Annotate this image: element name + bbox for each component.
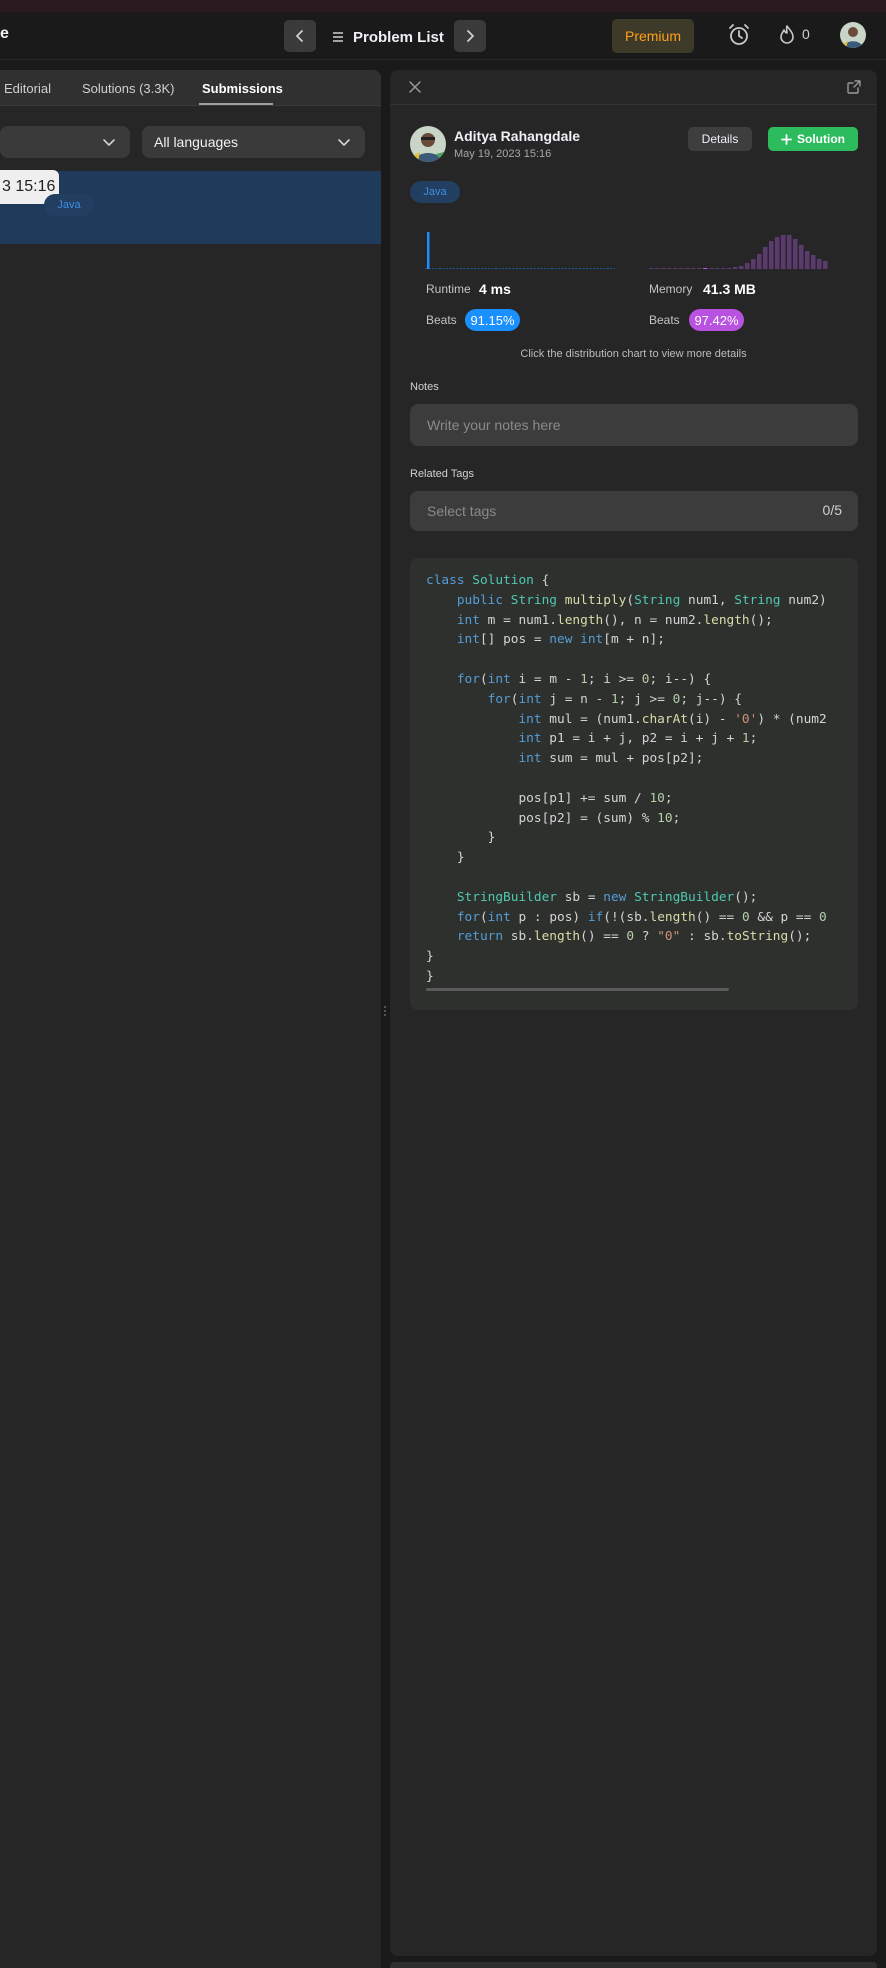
alarm-clock-icon[interactable] bbox=[726, 22, 752, 48]
runtime-label: Runtime bbox=[426, 282, 471, 296]
close-icon[interactable] bbox=[408, 80, 422, 94]
submission-language-badge: Java bbox=[44, 194, 94, 216]
tab-submissions[interactable]: Submissions bbox=[202, 81, 283, 96]
memory-distribution-bar bbox=[751, 259, 756, 269]
prev-problem-button[interactable] bbox=[284, 20, 316, 52]
memory-distribution-bar bbox=[805, 251, 810, 269]
memory-distribution-bar bbox=[793, 239, 798, 269]
memory-distribution-bar bbox=[661, 268, 666, 269]
bottom-panel-edge bbox=[390, 1962, 877, 1968]
chevron-left-icon bbox=[296, 30, 303, 42]
tags-select[interactable]: Select tags 0/5 bbox=[410, 491, 858, 531]
problem-list-button[interactable]: Problem List bbox=[332, 26, 444, 48]
memory-distribution-bar bbox=[787, 235, 792, 269]
submission-detail-panel: Aditya Rahangdale May 19, 2023 15:16 Det… bbox=[390, 70, 877, 1956]
solution-button-label: Solution bbox=[797, 132, 845, 146]
avatar-image bbox=[410, 126, 446, 162]
tab-editorial[interactable]: Editorial bbox=[4, 81, 51, 96]
memory-distribution-bar bbox=[733, 267, 738, 269]
memory-distribution-bar bbox=[721, 268, 726, 269]
flame-icon bbox=[780, 25, 794, 44]
memory-distribution-bar bbox=[763, 247, 768, 269]
streak-counter[interactable]: 0 bbox=[778, 24, 810, 44]
active-tab-indicator bbox=[199, 103, 273, 105]
nav-title-fragment: e bbox=[0, 25, 9, 42]
memory-distribution-bar bbox=[649, 268, 654, 269]
user-avatar[interactable] bbox=[840, 22, 866, 48]
memory-distribution-bar bbox=[739, 266, 744, 269]
next-problem-button[interactable] bbox=[454, 20, 486, 52]
memory-distribution-bar bbox=[811, 255, 816, 269]
memory-distribution-bar bbox=[799, 245, 804, 269]
language-filter-value: All languages bbox=[154, 134, 239, 150]
window-top-strip bbox=[0, 0, 886, 12]
memory-distribution-bar bbox=[679, 268, 684, 269]
panel-divider bbox=[390, 104, 877, 105]
memory-distribution-bar bbox=[781, 235, 786, 269]
submission-date: May 19, 2023 15:16 bbox=[454, 148, 552, 160]
language-filter[interactable]: All languages bbox=[142, 126, 365, 158]
chevron-right-icon bbox=[467, 30, 474, 42]
top-navbar: e Problem List Premium 0 bbox=[0, 12, 886, 60]
memory-distribution-bar bbox=[697, 268, 702, 269]
memory-distribution-bar bbox=[769, 241, 774, 269]
memory-distribution-bar bbox=[667, 268, 672, 269]
runtime-distribution-chart[interactable] bbox=[425, 220, 615, 270]
runtime-beats-badge: 91.15% bbox=[465, 309, 520, 331]
memory-distribution-bar bbox=[691, 268, 696, 269]
runtime-value: 4 ms bbox=[479, 281, 511, 297]
memory-distribution-bar bbox=[703, 268, 708, 269]
plus-icon bbox=[781, 133, 792, 145]
avatar-image bbox=[840, 22, 866, 48]
tab-bar: Editorial Solutions (3.3K) Submissions bbox=[0, 70, 381, 106]
tags-placeholder: Select tags bbox=[427, 503, 497, 519]
memory-distribution-bar bbox=[673, 268, 678, 269]
related-tags-label: Related Tags bbox=[410, 468, 475, 480]
memory-distribution-bar bbox=[685, 268, 690, 269]
problem-list-label: Problem List bbox=[353, 28, 444, 46]
chevron-down-icon bbox=[338, 139, 350, 146]
notes-input[interactable]: Write your notes here bbox=[410, 404, 858, 446]
panel-resize-handle[interactable] bbox=[383, 1004, 387, 1022]
memory-distribution-bar bbox=[823, 261, 828, 269]
author-avatar[interactable] bbox=[410, 126, 446, 162]
code-text: class Solution { public String multiply(… bbox=[426, 573, 827, 984]
memory-distribution-bar bbox=[715, 268, 720, 269]
memory-distribution-bar bbox=[709, 268, 714, 269]
post-solution-button[interactable]: Solution bbox=[768, 127, 858, 151]
memory-distribution-bar bbox=[817, 259, 822, 269]
memory-distribution-bar bbox=[655, 268, 660, 269]
chevron-down-icon bbox=[103, 139, 115, 146]
premium-button[interactable]: Premium bbox=[612, 19, 694, 53]
memory-distribution-bar bbox=[727, 268, 732, 269]
distribution-hint: Click the distribution chart to view mor… bbox=[520, 348, 747, 360]
notes-label: Notes bbox=[410, 381, 439, 393]
memory-beats-badge: 97.42% bbox=[689, 309, 744, 331]
author-name[interactable]: Aditya Rahangdale bbox=[454, 128, 580, 144]
memory-distribution-bar bbox=[745, 263, 750, 269]
tags-count: 0/5 bbox=[822, 502, 842, 518]
left-panel: Editorial Solutions (3.3K) Submissions A… bbox=[0, 70, 381, 1968]
status-filter[interactable] bbox=[0, 126, 130, 158]
streak-count: 0 bbox=[802, 26, 810, 42]
details-button[interactable]: Details bbox=[688, 127, 752, 151]
memory-distribution-bar bbox=[757, 254, 762, 269]
runtime-beats-label: Beats bbox=[426, 313, 457, 327]
memory-beats-label: Beats bbox=[649, 313, 680, 327]
memory-distribution-bar bbox=[775, 237, 780, 269]
language-badge: Java bbox=[410, 181, 460, 203]
code-viewer[interactable]: class Solution { public String multiply(… bbox=[410, 558, 858, 1010]
memory-distribution-chart[interactable] bbox=[647, 220, 837, 270]
memory-value: 41.3 MB bbox=[703, 281, 756, 297]
tab-solutions[interactable]: Solutions (3.3K) bbox=[82, 81, 175, 96]
list-icon bbox=[333, 32, 343, 42]
memory-label: Memory bbox=[649, 282, 693, 296]
share-icon[interactable] bbox=[846, 79, 862, 95]
code-horizontal-scrollbar[interactable] bbox=[426, 988, 729, 991]
